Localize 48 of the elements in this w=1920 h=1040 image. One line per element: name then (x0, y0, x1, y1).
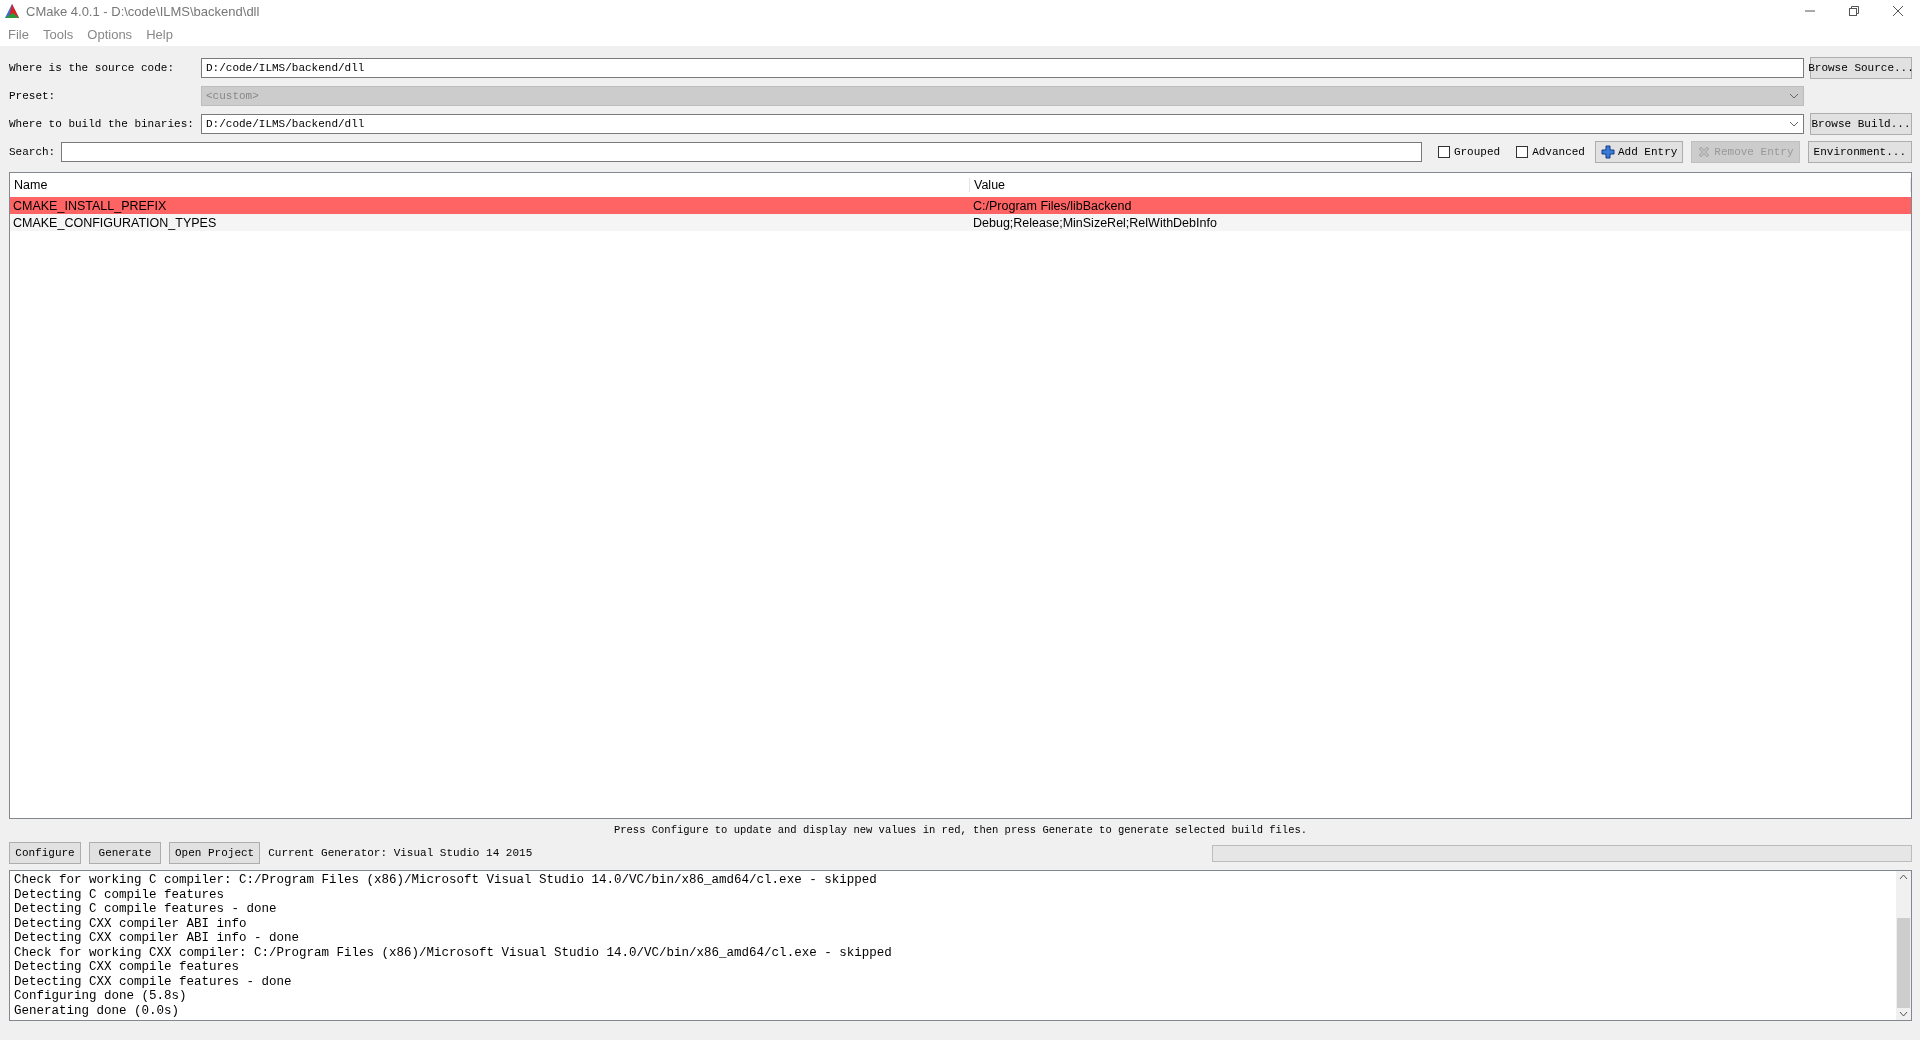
menu-item[interactable]: Help (146, 26, 173, 42)
build-path-dropdown[interactable]: D:/code/ILMS/backend/dll (201, 114, 1804, 134)
menu-item[interactable]: Tools (42, 26, 74, 42)
checkbox[interactable] (1516, 146, 1529, 158)
column-header[interactable]: Name (10, 178, 970, 192)
generator-label: Current Generator: Visual Studio 14 2015 (268, 847, 533, 859)
scroll-bar[interactable] (1896, 871, 1911, 1020)
browse-source-button[interactable]: Browse Source... (1810, 57, 1912, 79)
window-title: CMake 4.0.1 - D:\code\ILMS\backend\dll (26, 3, 261, 19)
menu-item[interactable]: Options (87, 26, 133, 42)
dropdown-caret-icon[interactable] (1789, 121, 1799, 127)
field-label: Where to build the binaries: (9, 118, 195, 130)
toolbar-button[interactable]: Add Entry (1594, 141, 1684, 163)
search-field[interactable] (61, 142, 1422, 162)
log-line: Check for working C compiler: C:/Program Files (x86)/Microsoft Visual Studio 14.0/VC/bin/x86_amd64/cl.exe - skipped (14, 873, 878, 888)
hint-text: Press Configure to update and display new values in red, then press Generate to generate selected build files. (612, 823, 1309, 838)
log-line: Detecting C compile features (14, 887, 226, 902)
table-cell-text: CMAKE_INSTALL_PREFIX (12, 198, 168, 213)
toolbar-button[interactable]: Environment... (1807, 141, 1912, 163)
column-header[interactable]: Value (970, 178, 1911, 192)
cross-icon (1697, 145, 1712, 159)
table-row[interactable]: CMAKE_INSTALL_PREFIX C:/Program Files/libBackend (10, 197, 1911, 214)
log-line: Configuring done (5.8s) (14, 989, 188, 1004)
log-line: Detecting CXX compile features - done (14, 974, 293, 989)
log-line: Check for working CXX compiler: C:/Program Files (x86)/Microsoft Visual Studio 14.0/VC/bin/x86_amd64/cl.exe - skipped (14, 945, 893, 960)
checkbox-label: Grouped (1453, 146, 1501, 158)
field-label: Search: (9, 146, 56, 158)
table-cell-text: CMAKE_CONFIGURATION_TYPES (12, 215, 218, 230)
field-label: Preset: (9, 90, 57, 102)
checkbox-label: Advanced (1532, 146, 1585, 158)
action-button[interactable]: Open Project (169, 842, 261, 864)
action-button[interactable]: Configure (9, 842, 81, 864)
log-line: Detecting C compile features - done (14, 902, 278, 917)
log-line: Detecting CXX compile features (14, 960, 241, 975)
triangle-logo-icon (4, 3, 20, 19)
checkbox[interactable] (1437, 146, 1450, 158)
table-cell-text: Debug;Release;MinSizeRel;RelWithDebInfo (972, 215, 1218, 230)
table-cell-text: C:/Program Files/libBackend (972, 198, 1133, 213)
log-line: Generating done (0.0s) (14, 1003, 181, 1018)
menu-item[interactable]: File (8, 26, 29, 42)
action-button[interactable]: Generate (89, 842, 161, 864)
log-line: Detecting CXX compiler ABI info - done (14, 931, 301, 946)
table-row[interactable]: CMAKE_CONFIGURATION_TYPES Debug;Release;MinSizeRel;RelWithDebInfo (10, 214, 1911, 231)
plus-icon (1600, 145, 1615, 159)
field-label: Where is the source code: (9, 62, 176, 74)
browse-build-button[interactable]: Browse Build... (1810, 113, 1912, 135)
source-path-field[interactable]: D:/code/ILMS/backend/dll (201, 58, 1804, 78)
log-line: Detecting CXX compiler ABI info (14, 916, 248, 931)
